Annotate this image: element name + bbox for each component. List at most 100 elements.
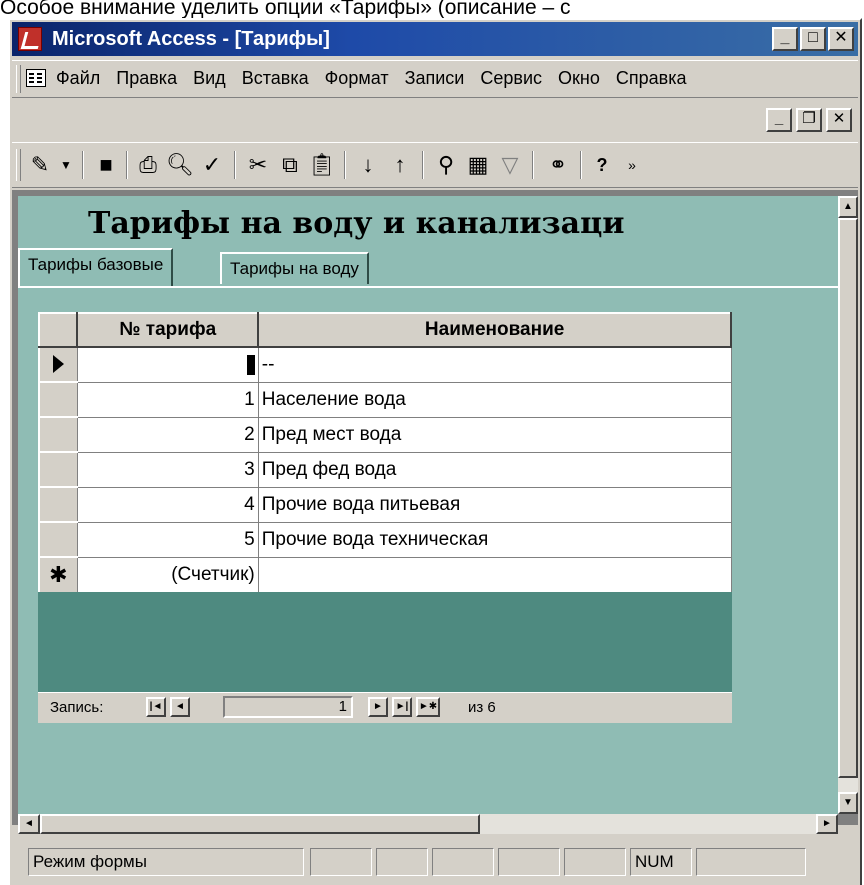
column-header-name[interactable]: Наименование <box>257 312 732 348</box>
tariff-number-cell[interactable]: 2 <box>76 416 259 453</box>
status-mode: Режим формы <box>28 848 304 876</box>
print-preview-icon[interactable]: 🔍︎ <box>166 151 194 179</box>
tariff-name-new-cell[interactable] <box>257 556 732 593</box>
toolbar-separator <box>532 151 534 179</box>
menu-records[interactable]: Записи <box>405 68 465 88</box>
print-icon[interactable]: ⎙ <box>134 151 162 179</box>
tariff-number-cell[interactable]: 0 <box>76 346 259 383</box>
tariff-name-cell[interactable]: Пред мест вода <box>257 416 732 453</box>
tariff-name-cell[interactable]: -- <box>257 346 732 383</box>
tariff-number-cell[interactable]: 5 <box>76 521 259 558</box>
menu-edit[interactable]: Правка <box>116 68 177 88</box>
new-record-icon[interactable]: ✱ <box>37 556 78 593</box>
tab-base-tariffs[interactable]: Тарифы базовые <box>18 248 174 286</box>
menu-view[interactable]: Вид <box>193 68 226 88</box>
sort-ascending-icon[interactable]: ↓ <box>354 151 382 179</box>
row-selector[interactable] <box>37 521 78 558</box>
status-num: NUM <box>630 848 692 876</box>
vertical-scrollbar[interactable]: ▲ ▼ <box>838 196 858 814</box>
doc-restore-button[interactable]: ❐ <box>796 108 822 132</box>
design-view-icon[interactable]: ✎ <box>26 151 54 179</box>
tariff-number-cell[interactable]: 3 <box>76 451 259 488</box>
access-app-icon[interactable] <box>18 27 42 51</box>
scroll-down-button[interactable]: ▼ <box>838 792 858 814</box>
menu-tools[interactable]: Сервис <box>480 68 542 88</box>
copy-icon[interactable]: ⧉ <box>276 151 304 179</box>
new-record-button[interactable]: ►✱ <box>416 697 440 717</box>
filter-by-selection-icon[interactable]: ⚲ <box>432 151 460 179</box>
horizontal-scroll-thumb[interactable] <box>40 814 480 834</box>
record-navigator: Запись: |◄ ◄ 1 ► ►| ►✱ из 6 <box>38 692 732 723</box>
more-icon[interactable]: » <box>622 151 642 179</box>
status-bar: Режим формы NUM <box>12 844 858 880</box>
scroll-up-button[interactable]: ▲ <box>838 196 858 218</box>
status-panel <box>432 848 494 876</box>
scroll-right-button[interactable]: ► <box>816 814 838 834</box>
close-button[interactable]: ✕ <box>828 27 854 51</box>
row-selector-current[interactable] <box>37 346 78 383</box>
doc-close-button[interactable]: ✕ <box>826 108 852 132</box>
table-row[interactable]: 5 Прочие вода техническая <box>37 521 732 558</box>
row-selector[interactable] <box>37 416 78 453</box>
tariff-number-autonumber-cell[interactable]: (Счетчик) <box>76 556 259 593</box>
menu-window[interactable]: Окно <box>558 68 600 88</box>
select-all-cell[interactable] <box>37 312 79 348</box>
dropdown-arrow-icon[interactable]: ▼ <box>52 151 80 179</box>
table-row[interactable]: 3 Пред фед вода <box>37 451 732 488</box>
form-title: Тарифы на воду и канализаци <box>88 206 625 241</box>
save-icon[interactable]: ■ <box>92 151 120 179</box>
next-record-button[interactable]: ► <box>368 697 388 717</box>
menu-format[interactable]: Формат <box>325 68 389 88</box>
document-window-buttons: _ ❐ ✕ <box>766 108 856 134</box>
help-icon[interactable]: ? <box>588 151 616 179</box>
column-header-number[interactable]: № тарифа <box>76 312 260 348</box>
sort-descending-icon[interactable]: ↑ <box>386 151 414 179</box>
form-control-icon[interactable] <box>26 69 46 87</box>
menu-insert[interactable]: Вставка <box>242 68 309 88</box>
menu-bar: Файл Правка Вид Вставка Формат Записи Се… <box>12 60 858 98</box>
tariff-name-cell[interactable]: Прочие вода техническая <box>257 521 732 558</box>
tariff-name-cell[interactable]: Пред фед вода <box>257 451 732 488</box>
filter-by-form-icon[interactable]: ▦ <box>464 151 492 179</box>
scroll-left-button[interactable]: ◄ <box>18 814 40 834</box>
apply-filter-icon[interactable]: ▽ <box>496 151 524 179</box>
tab-water-tariffs[interactable]: Тарифы на воду <box>220 252 369 284</box>
window-title: Microsoft Access - [Тарифы] <box>52 28 330 50</box>
last-record-button[interactable]: ►| <box>392 697 412 717</box>
current-record-icon <box>52 355 64 374</box>
row-selector[interactable] <box>37 451 78 488</box>
current-record-field[interactable]: 1 <box>223 696 353 718</box>
menu-help[interactable]: Справка <box>616 68 687 88</box>
tariff-name-cell[interactable]: Население вода <box>257 381 732 418</box>
find-icon[interactable]: ⚭ <box>544 151 572 179</box>
table-row[interactable]: 1 Население вода <box>37 381 732 418</box>
status-panel <box>564 848 626 876</box>
vertical-scroll-thumb[interactable] <box>838 218 858 778</box>
prev-record-button[interactable]: ◄ <box>170 697 190 717</box>
document-caption: Особое внимание уделить опции «Тарифы» (… <box>0 0 864 20</box>
new-record-row[interactable]: ✱ (Счетчик) <box>37 556 732 593</box>
tariff-name-cell[interactable]: Прочие вода питьевая <box>257 486 732 523</box>
maximize-button[interactable]: □ <box>800 27 826 51</box>
row-selector[interactable] <box>37 381 78 418</box>
minimize-button[interactable]: _ <box>772 27 798 51</box>
status-panel <box>310 848 372 876</box>
spelling-icon[interactable]: ✓ <box>198 151 226 179</box>
tariff-number-cell[interactable]: 4 <box>76 486 259 523</box>
access-window: Microsoft Access - [Тарифы] _ □ ✕ Файл П… <box>8 18 862 885</box>
menu-grip[interactable] <box>16 65 21 93</box>
tariff-number-cell[interactable]: 1 <box>76 381 259 418</box>
doc-minimize-button[interactable]: _ <box>766 108 792 132</box>
paste-icon[interactable]: 📋︎ <box>308 151 336 179</box>
toolbar-grip[interactable] <box>16 149 21 181</box>
table-row[interactable]: 2 Пред мест вода <box>37 416 732 453</box>
title-bar[interactable]: Microsoft Access - [Тарифы] _ □ ✕ <box>12 22 858 56</box>
first-record-button[interactable]: |◄ <box>146 697 166 717</box>
cut-icon[interactable]: ✂ <box>244 151 272 179</box>
row-selector[interactable] <box>37 486 78 523</box>
tariffs-datasheet: № тарифа Наименование 0 -- 1 Население в… <box>37 312 732 593</box>
menu-file[interactable]: Файл <box>56 68 100 88</box>
table-row[interactable]: 4 Прочие вода питьевая <box>37 486 732 523</box>
horizontal-scrollbar[interactable]: ◄ ► <box>18 814 838 834</box>
table-row[interactable]: 0 -- <box>37 346 732 383</box>
